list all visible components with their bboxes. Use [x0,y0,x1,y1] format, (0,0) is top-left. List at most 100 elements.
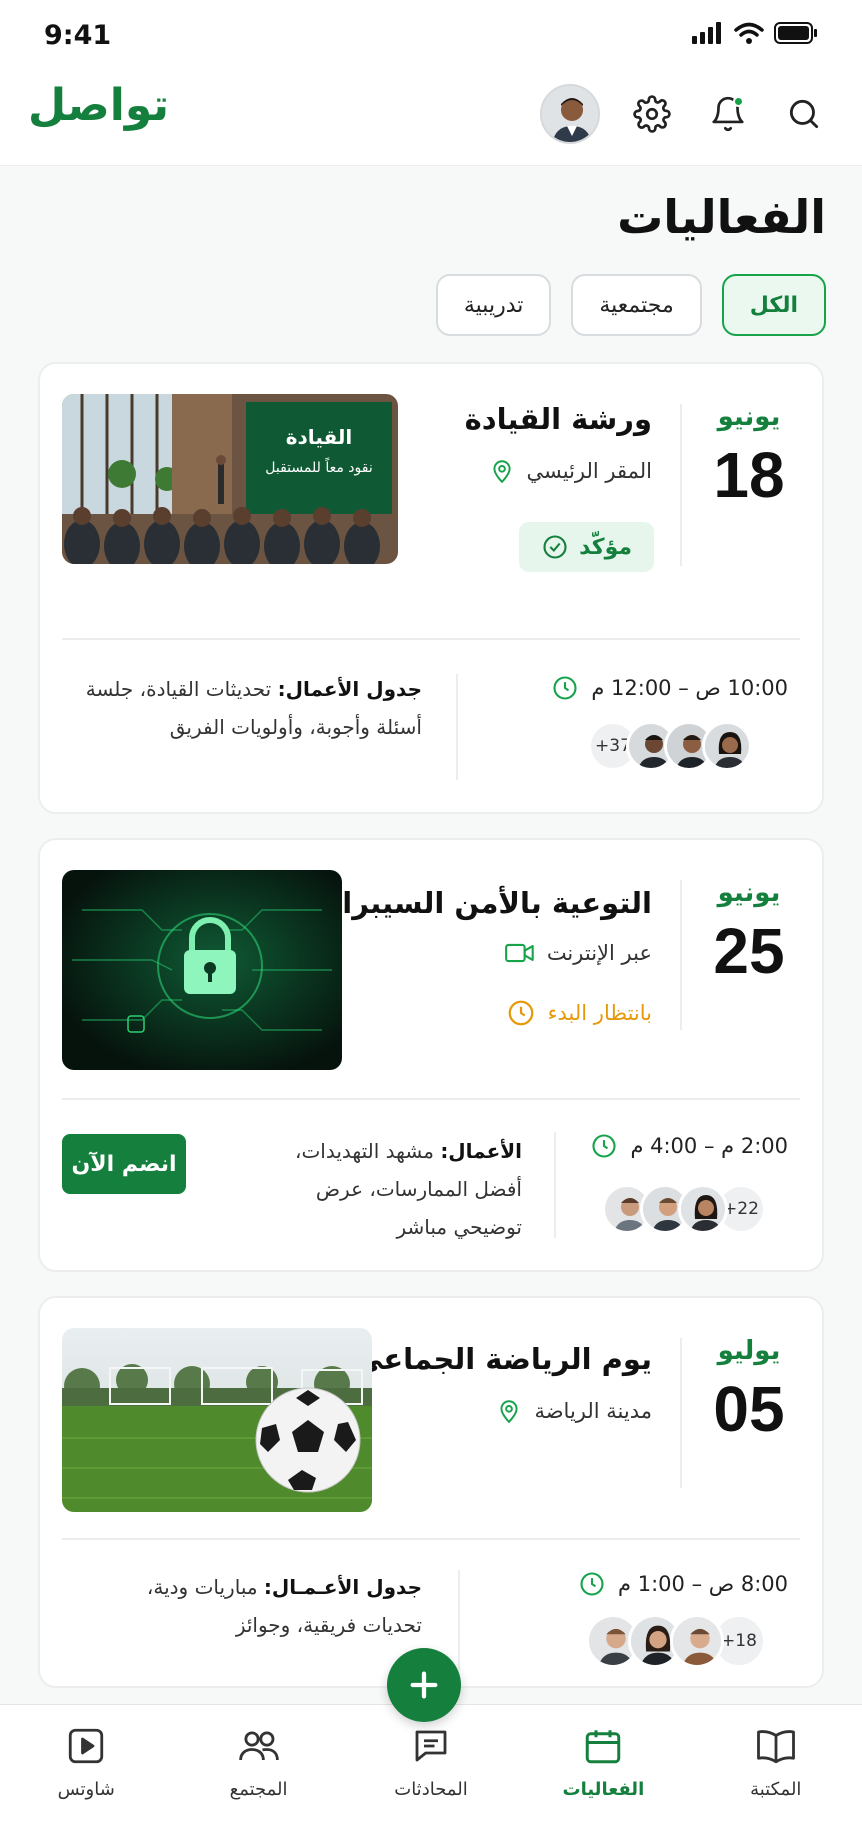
people-icon [238,1731,279,1761]
tab-events[interactable]: الفعاليات [533,1725,673,1800]
event-location: المقر الرئيسي [489,456,653,486]
book-icon [756,1730,795,1764]
event-date: يونيو 25 [704,878,794,988]
search-button[interactable] [780,90,828,138]
tab-label: المحادثات [394,1779,468,1800]
event-time: 10:00 ص – 12:00 م [551,674,788,702]
clock-icon [580,1572,604,1596]
join-now-button[interactable]: انضم الآن [62,1134,186,1194]
attendees[interactable]: +22 [602,1184,766,1234]
event-day: 05 [713,1373,785,1445]
status-text: بانتظار البدء [547,1001,652,1025]
agenda-label: جدول الأعـمـال: [263,1575,422,1599]
filter-all[interactable]: الكل [721,274,826,336]
settings-button[interactable] [628,90,676,138]
tab-community[interactable]: المجتمع [189,1725,329,1800]
status-text: مؤكّد [579,534,632,560]
filter-community[interactable]: مجتمعية [571,274,702,336]
event-time: 8:00 ص – 1:00 م [578,1570,788,1598]
event-status: بانتظار البدء [506,998,652,1028]
card-divider [62,638,800,640]
event-image [62,870,342,1070]
divider [680,880,682,1030]
card-divider [62,1538,800,1540]
chat-icon [415,1730,447,1762]
attendees[interactable]: +18 [586,1614,766,1668]
event-agenda: الأعمال: مشهد التهديدات، أفضل الممارسات،… [252,1132,522,1246]
brand-logo: تواصل [28,80,169,131]
page-title: الفعاليات [617,190,826,244]
wifi-icon [734,22,764,44]
agenda-label: جدول الأعمال: [277,677,422,701]
event-date: يوليو 05 [704,1336,794,1446]
location-pin-icon [492,460,511,484]
status-badge: مؤكّد [519,522,654,572]
notification-dot [733,96,744,107]
event-day: 18 [713,439,785,511]
battery-icon [774,22,817,44]
tab-library[interactable]: المكتبة [706,1725,846,1800]
time-text: 10:00 ص – 12:00 م [591,676,788,700]
event-location: عبر الإنترنت [504,940,652,966]
bottom-tab-bar: المكتبة الفعاليات المحادثات المجتمع شاوت… [0,1704,862,1825]
profile-avatar[interactable] [540,84,600,144]
event-card[interactable]: يوليو 05 يوم الرياضة الجماعي مدينة الريا… [38,1296,824,1688]
event-month: يونيو [717,878,781,908]
event-month: يوليو [717,1336,781,1366]
event-card[interactable]: يونيو 25 التوعية بالأمن السيبراني عبر ال… [38,838,824,1272]
tab-label: الفعاليات [562,1779,645,1800]
event-date: يونيو 18 [704,402,794,512]
event-day: 25 [713,915,785,987]
app-bar: تواصل [0,70,862,166]
divider [680,1338,682,1488]
event-location: مدينة الرياضة [496,1396,652,1426]
tab-shorts[interactable]: شاوتس [16,1725,156,1800]
signal-icon [692,22,721,44]
location-pin-icon [500,1400,519,1424]
location-text: المقر الرئيسي [526,459,653,483]
tab-chats[interactable]: المحادثات [361,1725,501,1800]
clock-icon [508,1000,534,1026]
divider [458,1570,460,1670]
slide-title: القيادة [286,425,353,449]
event-card[interactable]: يونيو 18 ورشة القيادة المقر الرئيسي مؤكّ… [38,362,824,814]
gear-icon [633,95,671,133]
status-time: 9:41 [44,20,112,51]
video-camera-icon [504,943,534,963]
event-month: يونيو [717,402,781,432]
event-agenda: جدول الأعمال: تحديثات القيادة، جلسة أسئل… [82,670,422,746]
event-image [62,1328,372,1512]
notifications-button[interactable] [704,90,752,138]
divider [554,1132,556,1238]
filter-training[interactable]: تدريبية [435,274,552,336]
time-text: 8:00 ص – 1:00 م [618,1572,788,1596]
event-title: التوعية بالأمن السيبراني [302,886,652,920]
event-time: 2:00 م – 4:00 م [590,1132,788,1160]
tab-label: المكتبة [750,1779,802,1800]
event-title: ورشة القيادة [464,402,652,436]
event-filters: الكل مجتمعية تدريبية [435,274,826,336]
play-icon [69,1728,104,1764]
tab-label: المجتمع [229,1779,288,1800]
search-icon [789,99,819,129]
status-bar: 9:41 [0,0,862,70]
tab-label: شاوتس [57,1779,115,1800]
avatar [670,1614,724,1668]
clock-icon [553,676,577,700]
clock-icon [592,1134,616,1158]
event-agenda: جدول الأعـمـال: مباريات ودية، تحديات فري… [102,1568,422,1644]
avatar [702,721,752,771]
attendees[interactable]: +37 [588,721,752,771]
avatar [678,1184,728,1234]
divider [456,674,458,780]
check-circle-icon [543,535,567,559]
time-text: 2:00 م – 4:00 م [630,1134,788,1158]
calendar-icon [586,1730,621,1764]
event-image: القيادة نقود معاً للمستقبل [62,394,398,564]
location-text: عبر الإنترنت [546,941,652,965]
slide-subtitle: نقود معاً للمستقبل [265,457,372,476]
divider [680,404,682,566]
add-event-button[interactable] [387,1648,461,1722]
card-divider [62,1098,800,1100]
status-icons [692,22,818,44]
